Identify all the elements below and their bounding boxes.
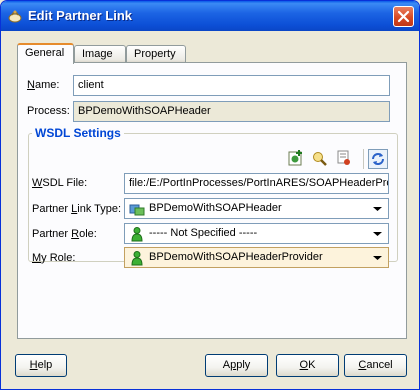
tab-property[interactable]: Property [126, 45, 186, 63]
process-label: Process: [27, 105, 70, 117]
general-tab-panel: Name: client Process: BPDemoWithSOAPHead… [17, 62, 407, 339]
cancel-button-label: Cancel [358, 359, 393, 371]
create-wsdl-icon[interactable] [287, 149, 305, 167]
process-value: BPDemoWithSOAPHeader [78, 105, 211, 117]
partner-link-type-label: Partner Link Type: [32, 203, 122, 215]
process-field: BPDemoWithSOAPHeader [73, 101, 390, 122]
edit-partner-link-dialog: Edit Partner Link General Image Property… [0, 0, 420, 390]
close-button[interactable] [393, 6, 414, 27]
dialog-title: Edit Partner Link [28, 8, 133, 23]
refresh-icon[interactable] [368, 149, 388, 169]
help-button[interactable]: Help [15, 354, 67, 377]
tab-general-label: General [25, 47, 65, 59]
role-icon [131, 227, 143, 242]
tab-property-label: Property [134, 48, 176, 60]
my-role-label: My Role: [32, 252, 76, 264]
help-button-label: Help [29, 359, 53, 371]
role-icon [131, 251, 143, 266]
chevron-down-icon[interactable] [369, 200, 386, 217]
name-field[interactable]: client [73, 75, 390, 96]
tab-general[interactable]: General [17, 43, 74, 64]
tab-image[interactable]: Image [74, 45, 126, 63]
browse-wsdl-icon[interactable] [311, 149, 329, 167]
wsdl-settings-title: WSDL Settings [32, 126, 124, 140]
wsdl-file-value: file:/E:/PortInProcesses/PortInARES/SOAP… [129, 177, 389, 189]
partner-role-label: Partner Role: [32, 228, 97, 240]
ok-button-label: OK [299, 359, 316, 371]
chevron-down-icon[interactable] [369, 225, 386, 242]
partner-link-type-combo[interactable]: BPDemoWithSOAPHeader [124, 198, 389, 219]
partner-role-combo[interactable]: ----- Not Specified ----- [124, 223, 389, 244]
cancel-button[interactable]: Cancel [344, 354, 407, 377]
ok-button[interactable]: OK [276, 354, 339, 377]
service-explorer-icon[interactable] [335, 149, 353, 167]
partner-link-type-value: BPDemoWithSOAPHeader [149, 202, 282, 214]
partner-link-type-icon [129, 204, 145, 216]
toolbar-separator [363, 149, 364, 169]
chevron-down-icon[interactable] [369, 249, 386, 266]
apply-button[interactable]: Apply [205, 354, 268, 377]
app-icon [8, 10, 22, 23]
apply-button-label: Apply [222, 359, 251, 371]
name-label: Name: [27, 79, 60, 91]
wsdl-file-field[interactable]: file:/E:/PortInProcesses/PortInARES/SOAP… [124, 173, 389, 194]
name-value: client [78, 79, 104, 91]
close-icon [397, 10, 410, 23]
partner-role-value: ----- Not Specified ----- [149, 227, 258, 239]
my-role-combo[interactable]: BPDemoWithSOAPHeaderProvider [124, 247, 389, 268]
my-role-value: BPDemoWithSOAPHeaderProvider [149, 251, 323, 263]
tab-image-label: Image [82, 48, 113, 60]
wsdl-file-label: WSDL File: [32, 177, 88, 189]
title-bar[interactable]: Edit Partner Link [1, 1, 419, 31]
